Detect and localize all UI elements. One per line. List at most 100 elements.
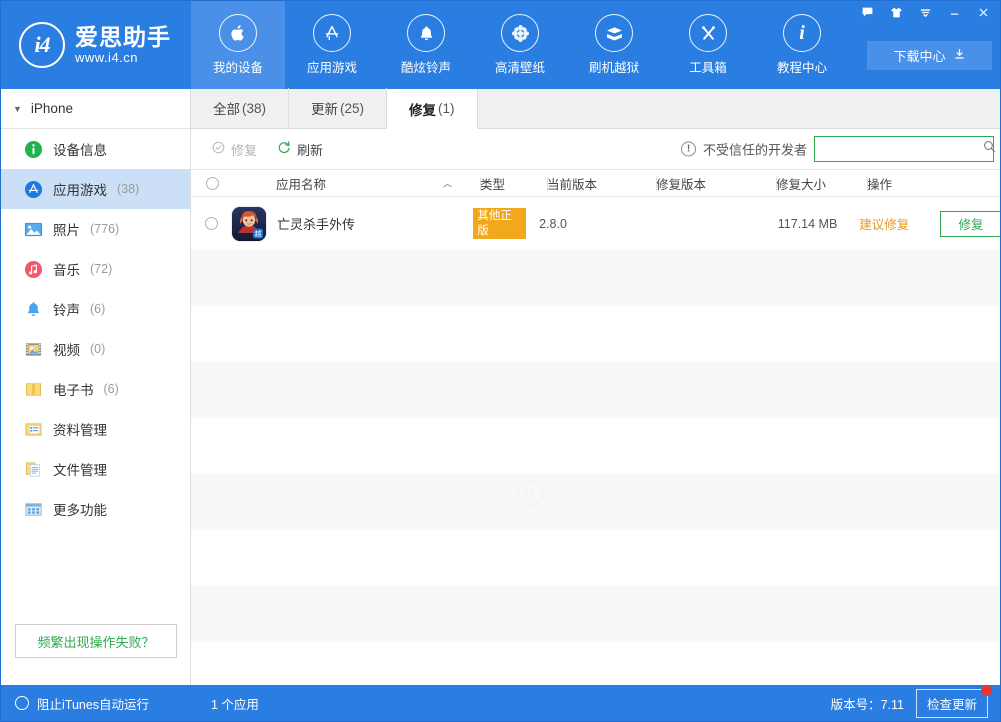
minimize-icon[interactable] xyxy=(940,1,969,23)
table-row-empty xyxy=(191,250,1000,306)
warning-icon: ! xyxy=(680,141,696,157)
update-badge-dot xyxy=(981,684,992,696)
tab-count: (38) xyxy=(242,100,267,116)
check-update-label: 检查更新 xyxy=(926,697,977,712)
search-input[interactable] xyxy=(821,142,982,156)
device-info-icon xyxy=(23,139,43,159)
sidebar-item-label: 应用游戏 xyxy=(53,183,107,198)
row-app-cell: 越 亡灵杀手外传 xyxy=(232,206,461,241)
refresh-icon xyxy=(277,140,292,158)
appstore-icon xyxy=(23,179,43,199)
download-center-button[interactable]: 下载中心 xyxy=(867,41,992,70)
nav-item-my-device[interactable]: 我的设备 xyxy=(191,1,285,89)
nav-item-tutorials[interactable]: i 教程中心 xyxy=(755,1,849,89)
sidebar-item-apps-games[interactable]: 应用游戏 (38) xyxy=(1,169,190,209)
nav-item-ringtones[interactable]: 酷炫铃声 xyxy=(379,1,473,89)
nav-label: 工具箱 xyxy=(689,61,727,75)
table-row-empty xyxy=(191,306,1000,362)
block-itunes-toggle[interactable]: 阻止iTunes自动运行 xyxy=(1,685,191,721)
sidebar-item-label: 视频 xyxy=(53,343,80,358)
nav-item-wallpapers[interactable]: 高清壁纸 xyxy=(473,1,567,89)
sidebar-item-ringtone[interactable]: 铃声 (6) xyxy=(1,289,190,329)
tab-label: 修复 xyxy=(409,102,437,118)
sidebar-item-count: (38) xyxy=(117,182,140,196)
column-label: 类型 xyxy=(480,177,506,192)
sidebar-item-count: (72) xyxy=(90,262,113,276)
nav-label: 教程中心 xyxy=(776,61,827,75)
music-icon xyxy=(23,259,43,279)
refresh-button-label: 刷新 xyxy=(297,142,324,158)
tab-updates[interactable]: 更新 (25) xyxy=(289,88,388,128)
feedback-icon[interactable] xyxy=(853,1,882,23)
operation-failure-help-button[interactable]: 频繁出现操作失败？ xyxy=(15,624,177,658)
column-label: 修复大小 xyxy=(776,177,827,192)
appstore-icon xyxy=(313,14,351,52)
tab-all[interactable]: 全部 (38) xyxy=(191,88,290,128)
file-manage-icon xyxy=(23,459,43,479)
row-select-radio[interactable] xyxy=(205,217,218,230)
top-bar: i4 爱思助手 www.i4.cn 我的设备 应用游戏 酷炫铃声 高清壁纸 刷机… xyxy=(1,1,1000,89)
column-label: 应用名称 xyxy=(276,177,327,192)
brand-name: 爱思助手 xyxy=(75,24,171,51)
search-icon[interactable] xyxy=(982,139,997,159)
sidebar-item-label: 照片 xyxy=(53,223,80,238)
nav-item-toolbox[interactable]: 工具箱 xyxy=(661,1,755,89)
help-button-label: 频繁出现操作失败？ xyxy=(37,634,155,650)
ringtone-icon xyxy=(23,299,43,319)
column-header-name[interactable]: 应用名称 ︿ xyxy=(233,174,468,193)
sidebar-item-count: (6) xyxy=(103,382,119,396)
sidebar-item-ebook[interactable]: 电子书 (6) xyxy=(1,369,190,409)
sidebar-item-music[interactable]: 音乐 (72) xyxy=(1,249,190,289)
tools-icon xyxy=(689,14,727,52)
device-selector[interactable]: ▼ iPhone xyxy=(1,89,190,129)
sidebar-item-more-features[interactable]: 更多功能 xyxy=(1,489,190,529)
sidebar-item-data-manage[interactable]: 资料管理 xyxy=(1,409,190,449)
check-update-button[interactable]: 检查更新 xyxy=(915,684,992,718)
status-bar: 阻止iTunes自动运行 1 个应用 版本号：7.11 检查更新 xyxy=(1,684,1000,721)
search-box[interactable] xyxy=(814,136,997,162)
nav-label: 应用游戏 xyxy=(306,61,357,75)
skin-icon[interactable] xyxy=(882,1,911,23)
row-repair-button[interactable]: 修复 xyxy=(940,210,1000,237)
column-header-action: 操作 xyxy=(852,174,998,193)
nav-item-flash-jailbreak[interactable]: 刷机越狱 xyxy=(567,1,661,89)
flower-icon xyxy=(501,14,539,52)
menu-icon[interactable] xyxy=(911,1,940,23)
sidebar-item-video[interactable]: 视频 (0) xyxy=(1,329,190,369)
info-icon: i xyxy=(783,14,821,52)
untrusted-developer-link[interactable]: ! 不受信任的开发者 xyxy=(680,140,807,159)
tab-repair[interactable]: 修复 (1) xyxy=(387,89,478,129)
suggest-label: 建议修复 xyxy=(859,218,910,232)
sidebar-item-label: 音乐 xyxy=(53,263,80,278)
svg-text:越: 越 xyxy=(255,229,262,238)
repair-button[interactable]: 修复 xyxy=(201,136,267,162)
toggle-circle-icon xyxy=(15,696,29,710)
repair-button-label: 修复 xyxy=(231,142,258,158)
row-current-version: 2.8.0 xyxy=(539,216,567,231)
nav-label: 刷机越狱 xyxy=(588,61,639,75)
sidebar-item-photos[interactable]: 照片 (776) xyxy=(1,209,190,249)
table-row[interactable]: 越 亡灵杀手外传 其他正版 2.8.0 117.14 MB 建议修复 修复 xyxy=(191,197,1000,250)
close-icon[interactable] xyxy=(969,1,998,23)
nav-item-apps-games[interactable]: 应用游戏 xyxy=(285,1,379,89)
column-label: 操作 xyxy=(867,177,893,192)
row-fix-size: 117.14 MB xyxy=(777,216,838,231)
sidebar: ▼ iPhone 设备信息 应用游戏 (38) 照片 (776) 音乐 (72)… xyxy=(1,89,191,686)
app-icon: 越 xyxy=(232,206,266,241)
table-row-empty xyxy=(191,418,1000,474)
main-nav: 我的设备 应用游戏 酷炫铃声 高清壁纸 刷机越狱 工具箱 i 教程中心 xyxy=(191,1,849,89)
nav-label: 高清壁纸 xyxy=(494,61,545,75)
sidebar-item-file-manage[interactable]: 文件管理 xyxy=(1,449,190,489)
refresh-button[interactable]: 刷新 xyxy=(267,136,333,162)
data-manage-icon xyxy=(23,419,43,439)
row-type-cell: 其他正版 xyxy=(461,207,527,240)
row-suggest-link[interactable]: 建议修复 xyxy=(837,214,912,233)
row-repair-button-label: 修复 xyxy=(958,218,984,232)
table-body: 越 亡灵杀手外传 其他正版 2.8.0 117.14 MB 建议修复 修复 i4… xyxy=(191,197,1000,721)
untrusted-developer-label: 不受信任的开发者 xyxy=(702,142,807,158)
apple-icon xyxy=(219,14,257,52)
select-all-radio[interactable] xyxy=(205,176,219,190)
row-action-cell: 修复 xyxy=(912,210,1000,237)
sidebar-item-device-info[interactable]: 设备信息 xyxy=(1,129,190,169)
status-count: 1 个应用 xyxy=(211,697,259,712)
